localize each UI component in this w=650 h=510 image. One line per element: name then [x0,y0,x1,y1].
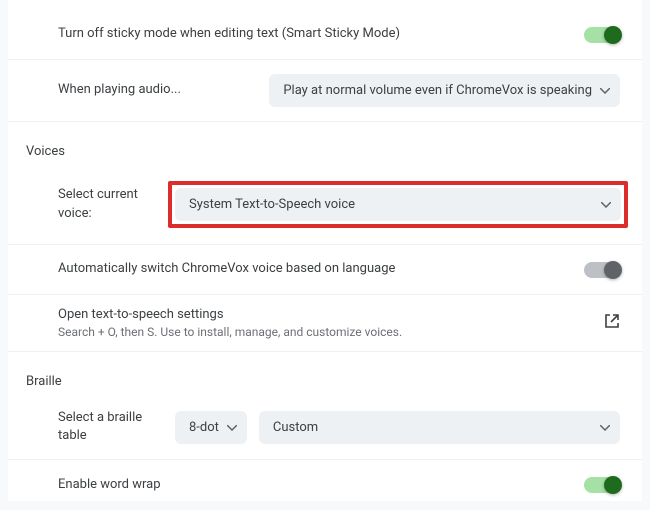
voices-section-header: Voices [8,122,642,165]
tts-text: Open text-to-speech settings Search + O,… [58,307,402,339]
braille-dots-dropdown[interactable]: 8-dot [175,411,247,444]
auto-switch-toggle[interactable] [584,262,620,278]
chevron-down-icon [600,83,610,98]
auto-switch-label: Automatically switch ChromeVox voice bas… [58,260,395,278]
smart-sticky-label: Turn off sticky mode when editing text (… [58,25,400,43]
select-voice-selected: System Text-to-Speech voice [189,197,355,212]
braille-custom-selected: Custom [273,420,318,435]
chevron-down-icon [601,197,611,212]
external-link-icon[interactable] [604,313,620,333]
select-voice-row: Select current voice: System Text-to-Spe… [8,165,642,245]
word-wrap-toggle[interactable] [584,477,620,493]
smart-sticky-row: Turn off sticky mode when editing text (… [8,10,642,60]
smart-sticky-toggle[interactable] [584,27,620,43]
tts-title: Open text-to-speech settings [58,307,402,322]
word-wrap-label: Enable word wrap [58,476,161,494]
audio-play-row: When playing audio... Play at normal vol… [8,60,642,122]
chevron-down-icon [600,420,610,435]
tts-subtitle: Search + O, then S. Use to install, mana… [58,325,402,339]
braille-table-row: Select a braille table 8-dot Custom [8,395,642,460]
braille-dots-selected: 8-dot [189,420,219,435]
word-wrap-row: Enable word wrap [8,460,642,510]
audio-play-dropdown[interactable]: Play at normal volume even if ChromeVox … [269,74,620,107]
braille-section-header: Braille [8,352,642,395]
auto-switch-row: Automatically switch ChromeVox voice bas… [8,245,642,295]
select-voice-label: Select current voice: [58,186,168,222]
braille-table-label: Select a braille table [58,409,163,445]
tts-settings-row[interactable]: Open text-to-speech settings Search + O,… [8,295,642,352]
voice-highlight: System Text-to-Speech voice [168,181,628,228]
audio-play-label: When playing audio... [58,81,181,99]
select-voice-dropdown[interactable]: System Text-to-Speech voice [175,188,621,221]
chevron-down-icon [227,420,237,435]
audio-play-selected: Play at normal volume even if ChromeVox … [283,83,592,98]
braille-custom-dropdown[interactable]: Custom [259,411,620,444]
